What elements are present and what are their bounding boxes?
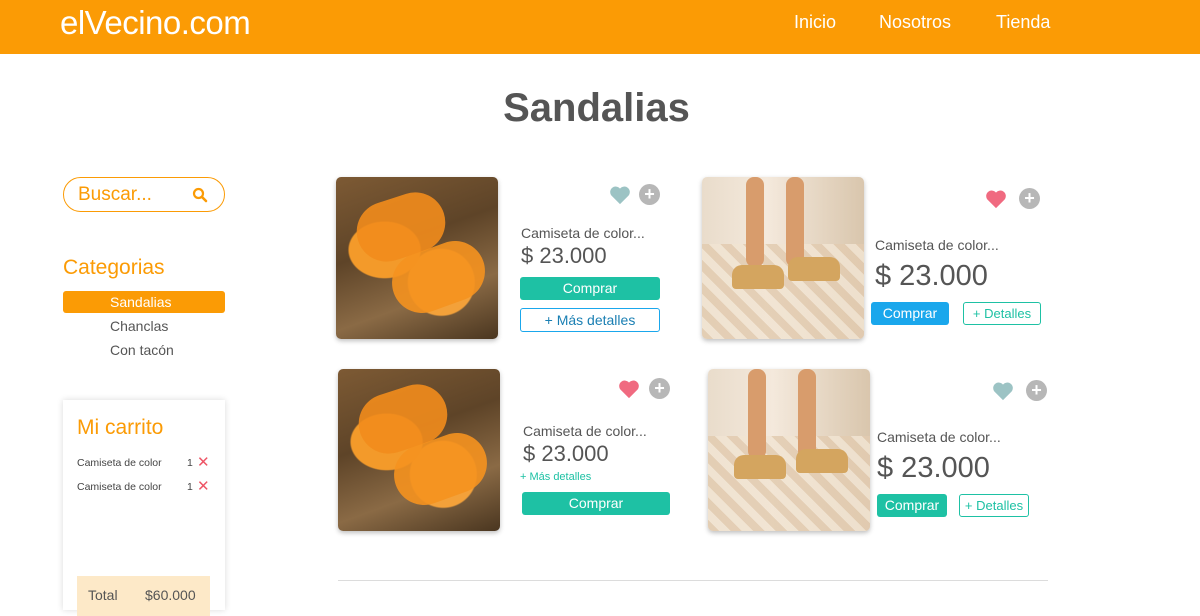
close-icon[interactable]: ✕ xyxy=(197,479,210,495)
cart-total-label: Total xyxy=(88,587,118,603)
page-title: Sandalias xyxy=(503,86,690,130)
heart-icon[interactable] xyxy=(609,185,631,205)
category-sandalias[interactable]: Sandalias xyxy=(63,291,225,313)
nav-link-inicio[interactable]: Inicio xyxy=(794,12,836,33)
cart-total-value: $60.000 xyxy=(145,587,196,603)
product-price: $ 23.000 xyxy=(521,243,607,268)
cart-item-qty: 1 xyxy=(187,481,193,493)
cart-item-name: Camiseta de color xyxy=(77,457,162,469)
heart-icon[interactable] xyxy=(985,189,1007,209)
product-price: $ 23.000 xyxy=(523,441,609,466)
product-name: Camiseta de color... xyxy=(521,225,645,241)
buy-button[interactable]: Comprar xyxy=(877,494,947,517)
product-image[interactable] xyxy=(702,177,864,339)
nav-link-nosotros[interactable]: Nosotros xyxy=(879,12,951,33)
category-chanclas[interactable]: Chanclas xyxy=(63,315,225,337)
cart-item: Camiseta de color 1 ✕ xyxy=(77,455,217,472)
product-price: $ 23.000 xyxy=(877,452,990,484)
product-image[interactable] xyxy=(336,177,498,339)
cart-panel: Mi carrito Camiseta de color 1 ✕ Camiset… xyxy=(63,400,225,616)
divider xyxy=(338,580,1048,581)
details-button[interactable]: + Detalles xyxy=(963,302,1041,325)
buy-button[interactable]: Comprar xyxy=(520,277,660,300)
cart-item: Camiseta de color 1 ✕ xyxy=(77,479,217,496)
plus-circle-icon[interactable]: + xyxy=(1026,380,1047,401)
product-price: $ 23.000 xyxy=(875,260,988,292)
cart-item-qty: 1 xyxy=(187,457,193,469)
buy-button[interactable]: Comprar xyxy=(871,302,949,325)
plus-circle-icon[interactable]: + xyxy=(1019,188,1040,209)
details-button[interactable]: + Más detalles xyxy=(520,308,660,332)
search-icon[interactable] xyxy=(191,186,209,204)
buy-button[interactable]: Comprar xyxy=(522,492,670,515)
cart-total: Total $60.000 xyxy=(77,576,210,616)
product-name: Camiseta de color... xyxy=(877,429,1001,445)
details-button[interactable]: + Detalles xyxy=(959,494,1029,517)
plus-circle-icon[interactable]: + xyxy=(639,184,660,205)
product-image[interactable] xyxy=(708,369,870,531)
search-input[interactable] xyxy=(78,182,190,207)
categories-title: Categorias xyxy=(63,256,165,279)
site-logo[interactable]: elVecino.com xyxy=(60,4,251,42)
product-name: Camiseta de color... xyxy=(523,423,647,439)
product-name: Camiseta de color... xyxy=(875,237,999,253)
category-con-tacon[interactable]: Con tacón xyxy=(63,339,225,361)
cart-title: Mi carrito xyxy=(77,416,164,439)
product-image[interactable] xyxy=(338,369,500,531)
cart-item-name: Camiseta de color xyxy=(77,481,162,493)
top-navbar: elVecino.com Inicio Nosotros Tienda xyxy=(0,0,1200,54)
heart-icon[interactable] xyxy=(992,381,1014,401)
details-link[interactable]: + Más detalles xyxy=(520,471,591,483)
close-icon[interactable]: ✕ xyxy=(197,455,210,471)
heart-icon[interactable] xyxy=(618,379,640,399)
plus-circle-icon[interactable]: + xyxy=(649,378,670,399)
search-box xyxy=(63,177,225,212)
nav-link-tienda[interactable]: Tienda xyxy=(996,12,1050,33)
